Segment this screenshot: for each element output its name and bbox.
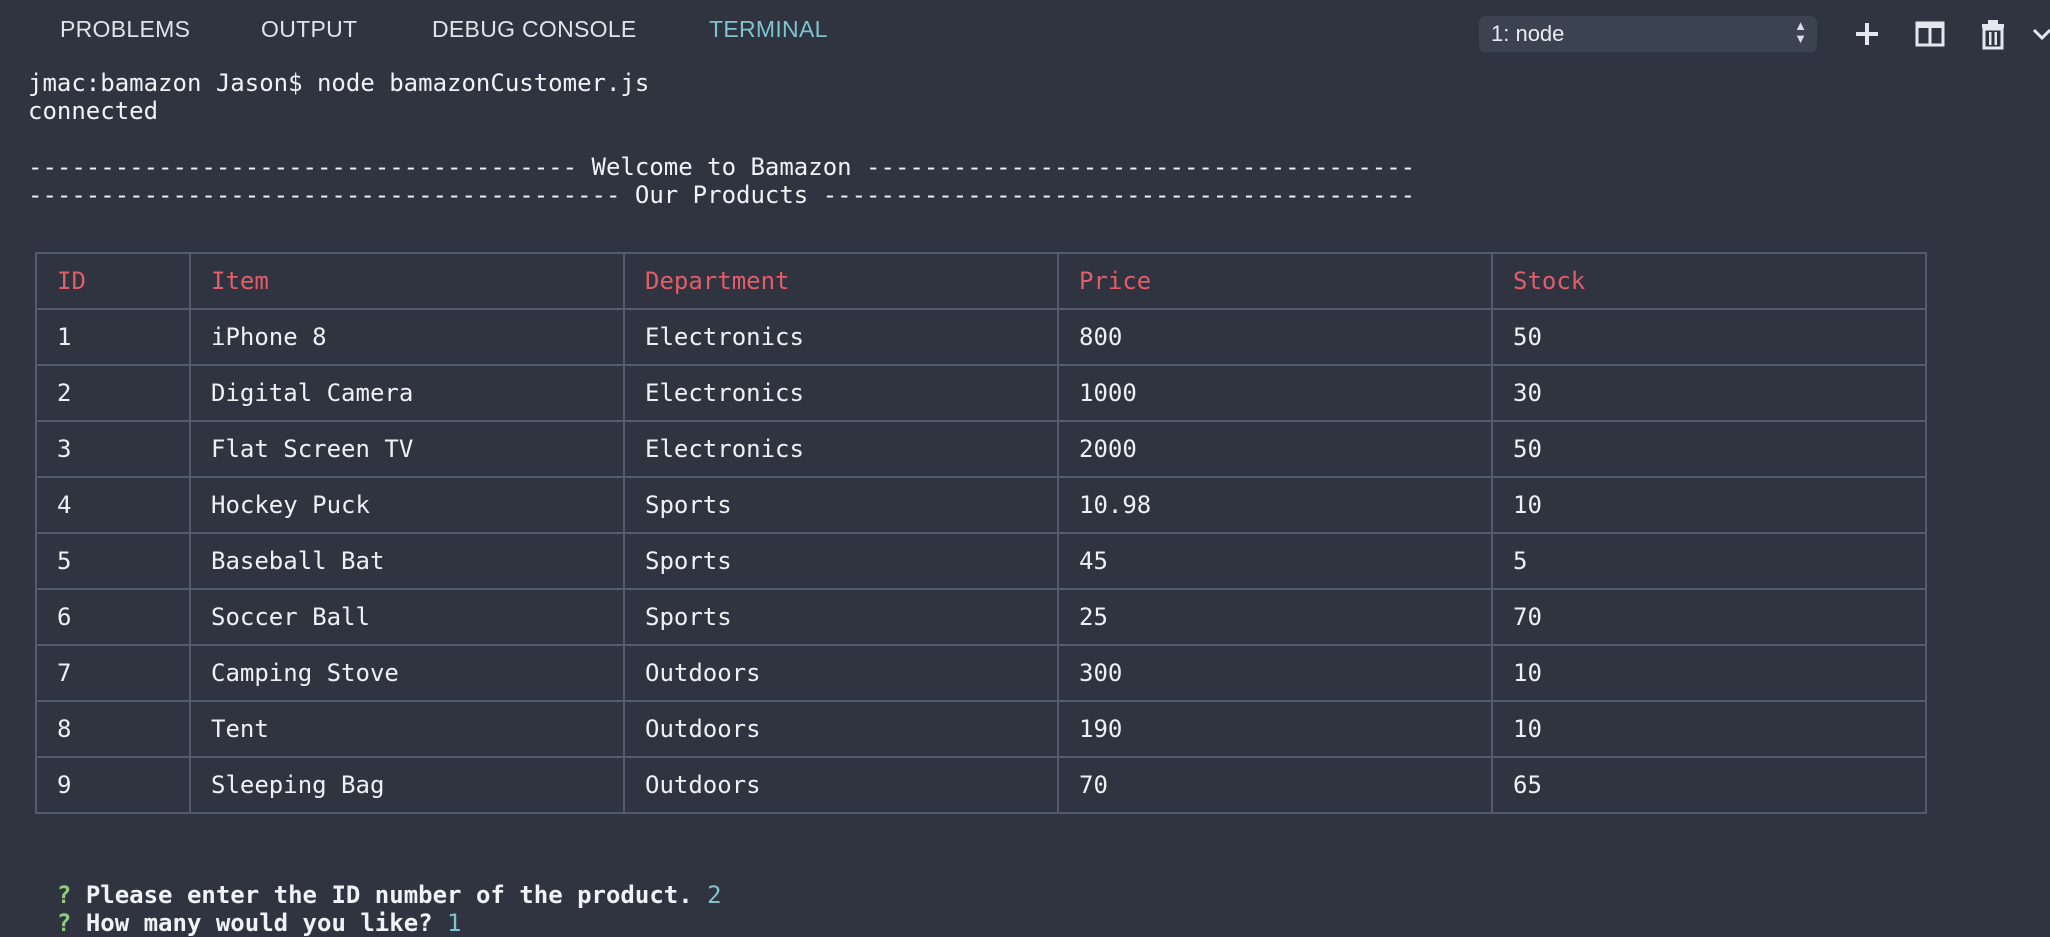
column-header-item: Item <box>189 252 625 310</box>
cell-department: Electronics <box>623 308 1059 366</box>
table-row: 8 Tent Outdoors 190 10 <box>35 700 1927 758</box>
cell-id: 5 <box>35 532 191 590</box>
prompt-answer[interactable]: 1 <box>447 909 461 937</box>
terminal-instance-label: 1: node <box>1491 21 1565 46</box>
welcome-banner: -------------------------------------- W… <box>28 153 1416 181</box>
cell-price: 1000 <box>1057 364 1493 422</box>
table-row: 7 Camping Stove Outdoors 300 10 <box>35 644 1927 702</box>
command-line: jmac:bamazon Jason$ node bamazonCustomer… <box>28 69 650 97</box>
tab-problems[interactable]: PROBLEMS <box>60 16 190 43</box>
cell-item: iPhone 8 <box>189 308 625 366</box>
cell-item: Sleeping Bag <box>189 756 625 814</box>
cell-department: Sports <box>623 476 1059 534</box>
cell-price: 10.98 <box>1057 476 1493 534</box>
cell-stock: 65 <box>1491 756 1927 814</box>
panel-tab-bar: PROBLEMS OUTPUT DEBUG CONSOLE TERMINAL 1… <box>0 0 2050 60</box>
cell-item: Flat Screen TV <box>189 420 625 478</box>
cell-item: Soccer Ball <box>189 588 625 646</box>
plus-icon[interactable] <box>1847 14 1887 54</box>
cell-stock: 50 <box>1491 308 1927 366</box>
cell-item: Camping Stove <box>189 644 625 702</box>
cell-price: 300 <box>1057 644 1493 702</box>
products-banner: ----------------------------------------… <box>28 181 1416 209</box>
select-arrows-icon: ▲ ▼ <box>1794 18 1807 46</box>
prompt-quantity: ? How many would you like? 1 <box>28 881 462 937</box>
cell-price: 2000 <box>1057 420 1493 478</box>
table-row: 2 Digital Camera Electronics 1000 30 <box>35 364 1927 422</box>
cell-stock: 10 <box>1491 700 1927 758</box>
cell-department: Outdoors <box>623 700 1059 758</box>
prompt-marker: ? <box>56 909 72 937</box>
cell-id: 4 <box>35 476 191 534</box>
cell-price: 25 <box>1057 588 1493 646</box>
cell-stock: 50 <box>1491 420 1927 478</box>
cell-item: Baseball Bat <box>189 532 625 590</box>
cell-id: 8 <box>35 700 191 758</box>
cell-item: Hockey Puck <box>189 476 625 534</box>
status-line: connected <box>28 97 159 125</box>
chevron-down-icon[interactable] <box>2030 14 2050 54</box>
table-row: 9 Sleeping Bag Outdoors 70 65 <box>35 756 1927 814</box>
cell-department: Outdoors <box>623 644 1059 702</box>
column-header-department: Department <box>623 252 1059 310</box>
cell-id: 6 <box>35 588 191 646</box>
column-header-stock: Stock <box>1491 252 1927 310</box>
cell-price: 45 <box>1057 532 1493 590</box>
cell-id: 2 <box>35 364 191 422</box>
prompt-question: How many would you like? <box>85 909 433 937</box>
cell-stock: 30 <box>1491 364 1927 422</box>
column-header-id: ID <box>35 252 191 310</box>
tab-debug-console[interactable]: DEBUG CONSOLE <box>432 16 637 43</box>
cell-department: Sports <box>623 532 1059 590</box>
table-row: 6 Soccer Ball Sports 25 70 <box>35 588 1927 646</box>
table-row: 3 Flat Screen TV Electronics 2000 50 <box>35 420 1927 478</box>
cell-department: Outdoors <box>623 756 1059 814</box>
cell-id: 1 <box>35 308 191 366</box>
column-header-price: Price <box>1057 252 1493 310</box>
tab-terminal[interactable]: TERMINAL <box>709 16 828 43</box>
terminal-instance-select[interactable]: 1: node ▲ ▼ <box>1479 16 1817 52</box>
table-header-row: ID Item Department Price Stock <box>35 252 1927 310</box>
cell-price: 190 <box>1057 700 1493 758</box>
table-row: 1 iPhone 8 Electronics 800 50 <box>35 308 1927 366</box>
cell-id: 3 <box>35 420 191 478</box>
table-row: 5 Baseball Bat Sports 45 5 <box>35 532 1927 590</box>
cell-id: 9 <box>35 756 191 814</box>
table-row: 4 Hockey Puck Sports 10.98 10 <box>35 476 1927 534</box>
cell-item: Digital Camera <box>189 364 625 422</box>
products-table: ID Item Department Price Stock 1 iPhone … <box>35 252 1927 814</box>
tab-output[interactable]: OUTPUT <box>261 16 357 43</box>
cell-stock: 10 <box>1491 644 1927 702</box>
trash-icon[interactable] <box>1973 14 2013 54</box>
cell-stock: 70 <box>1491 588 1927 646</box>
cell-department: Electronics <box>623 364 1059 422</box>
prompt-answer[interactable]: 2 <box>707 881 721 909</box>
cell-stock: 5 <box>1491 532 1927 590</box>
cell-item: Tent <box>189 700 625 758</box>
cell-stock: 10 <box>1491 476 1927 534</box>
cell-price: 70 <box>1057 756 1493 814</box>
cell-department: Sports <box>623 588 1059 646</box>
cell-department: Electronics <box>623 420 1059 478</box>
cell-id: 7 <box>35 644 191 702</box>
cell-price: 800 <box>1057 308 1493 366</box>
split-icon[interactable] <box>1910 14 1950 54</box>
